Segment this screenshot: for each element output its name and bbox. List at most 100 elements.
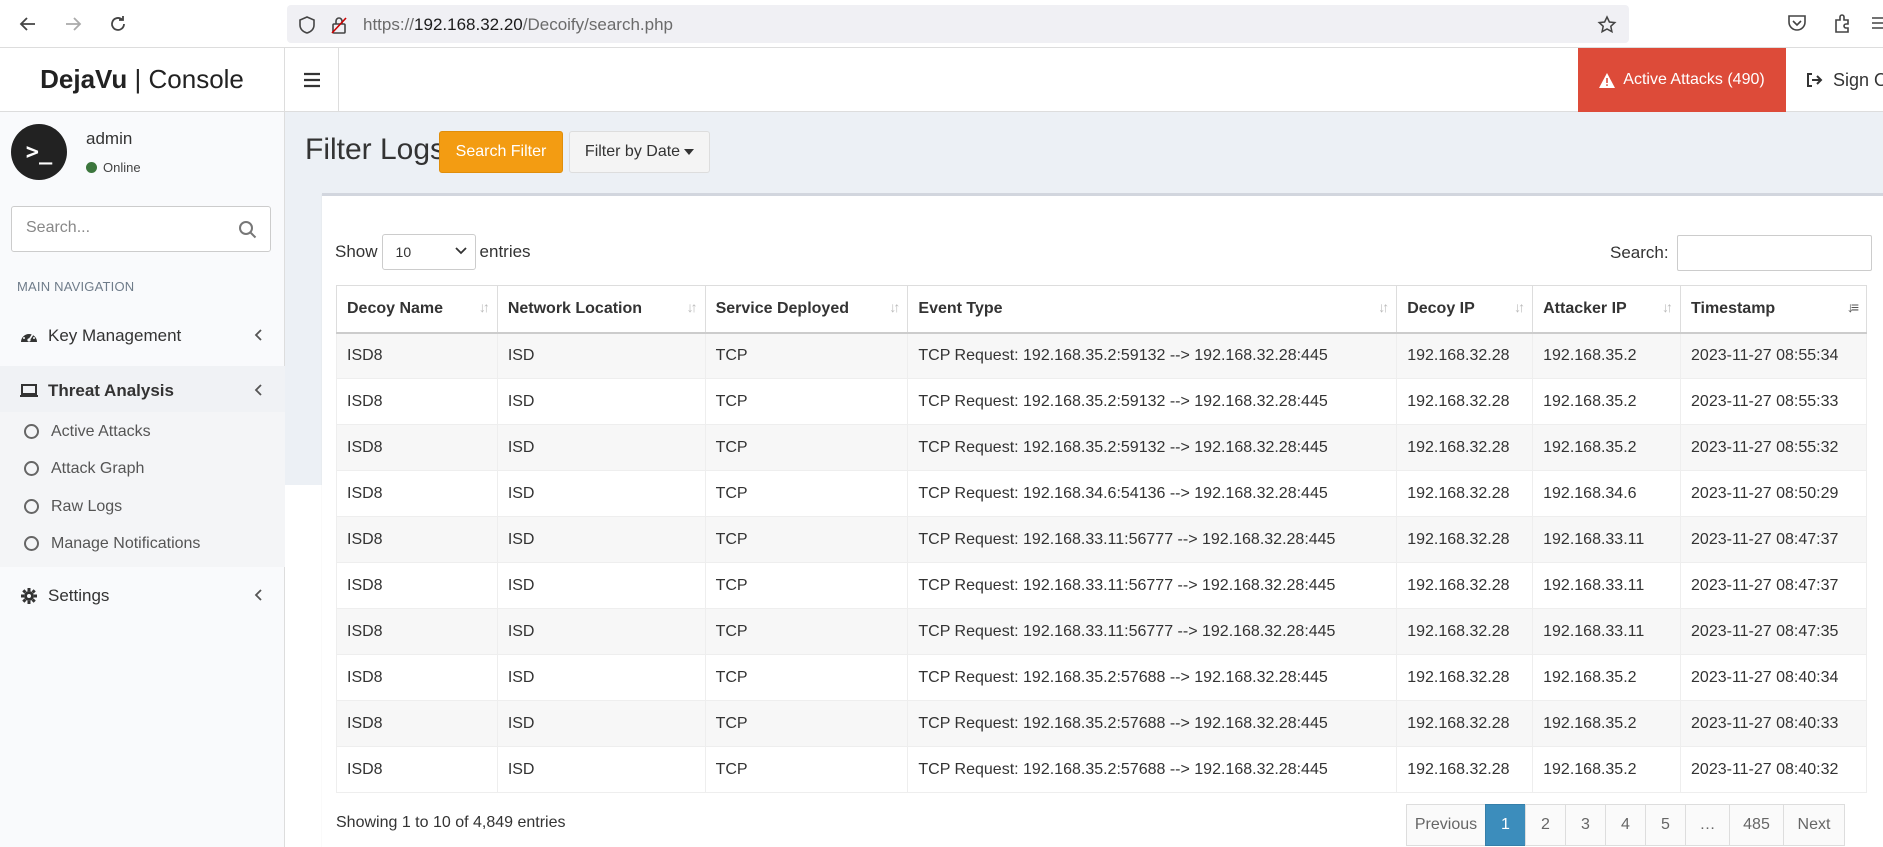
- table-cell: TCP: [704, 562, 909, 609]
- table-cell: TCP Request: 192.168.35.2:57688 --> 192.…: [907, 746, 1398, 793]
- table-cell: ISD: [496, 746, 706, 793]
- table-row: ISD8 ISD TCP TCP Request: 192.168.35.2:5768…: [336, 746, 1867, 793]
- table-info: Showing 1 to 10 of 4,849 entries: [336, 814, 566, 831]
- pagination-page-1[interactable]: 1: [1485, 804, 1526, 846]
- table-cell: TCP: [704, 700, 909, 747]
- table-cell: TCP Request: 192.168.35.2:57688 --> 192.…: [907, 654, 1398, 701]
- chevron-left-icon: [254, 328, 262, 344]
- pagination-page-2[interactable]: 2: [1525, 804, 1566, 846]
- sort-icon: ↓↑: [478, 299, 490, 315]
- table-search: Search:: [1610, 235, 1872, 271]
- insecure-lock-icon[interactable]: [329, 15, 349, 35]
- table-cell: TCP: [704, 332, 909, 379]
- url-text[interactable]: https://192.168.32.20/Decoify/search.php: [363, 15, 673, 35]
- pagination-next[interactable]: Next: [1783, 804, 1845, 846]
- table-cell: TCP Request: 192.168.35.2:59132 --> 192.…: [907, 332, 1398, 379]
- sort-icon: ↓↑: [1662, 299, 1673, 315]
- sidebar-subitem-label: Attack Graph: [51, 459, 145, 477]
- dashboard-icon: [19, 326, 39, 346]
- table-cell: 2023-11-27 08:55:33: [1680, 378, 1867, 425]
- sidebar-subitem-active-attacks[interactable]: Active Attacks: [0, 413, 285, 450]
- sign-out-icon: [1807, 73, 1823, 87]
- table-cell: 192.168.33.11: [1532, 608, 1682, 655]
- table-row: ISD8 ISD TCP TCP Request: 192.168.33.11:567…: [336, 516, 1867, 563]
- search-icon[interactable]: [238, 220, 258, 240]
- column-header-event-type[interactable]: Event Type ↓↑: [907, 285, 1398, 334]
- table-cell: TCP Request: 192.168.34.6:54136 --> 192.…: [907, 470, 1398, 517]
- entries-length-select[interactable]: 10: [381, 234, 476, 270]
- table-cell: TCP Request: 192.168.35.2:57688 --> 192.…: [907, 700, 1398, 747]
- active-attacks-button[interactable]: Active Attacks (490): [1578, 48, 1786, 112]
- extensions-icon[interactable]: [1832, 12, 1856, 36]
- table-cell: 2023-11-27 08:50:29: [1680, 470, 1867, 517]
- app-logo[interactable]: DejaVu | Console: [0, 48, 285, 112]
- sidebar-item-settings[interactable]: Settings: [0, 571, 285, 621]
- column-header-network-location[interactable]: Network Location ↓↑: [496, 285, 706, 334]
- chevron-down-icon: [454, 244, 467, 258]
- sidebar-subitem-label: Manage Notifications: [51, 534, 201, 552]
- table-cell: ISD: [496, 608, 706, 655]
- table-cell: ISD: [496, 378, 706, 425]
- menu-overflow-icon[interactable]: [1870, 12, 1883, 36]
- table-cell: ISD: [496, 562, 706, 609]
- column-header-service-deployed[interactable]: Service Deployed ↓↑: [704, 285, 909, 334]
- pagination-page-3[interactable]: 3: [1565, 804, 1606, 846]
- sidebar-toggle-button[interactable]: [285, 48, 339, 111]
- sidebar-item-key-management[interactable]: Key Management: [0, 311, 285, 361]
- sidebar-subitem-label: Raw Logs: [51, 497, 123, 515]
- pagination-page-485[interactable]: 485: [1729, 804, 1784, 846]
- search-filter-button[interactable]: Search Filter: [439, 131, 563, 173]
- caret-down-icon: [684, 149, 695, 155]
- sort-icon: ↓↑: [686, 299, 698, 315]
- pagination-previous[interactable]: Previous: [1406, 804, 1486, 846]
- address-bar[interactable]: https://192.168.32.20/Decoify/search.php: [287, 5, 1629, 43]
- sidebar-item-label: Key Management: [48, 326, 182, 345]
- filter-by-date-button[interactable]: Filter by Date: [569, 131, 710, 173]
- pocket-icon[interactable]: [1786, 12, 1810, 36]
- table-cell: 192.168.32.28: [1396, 700, 1534, 747]
- table-cell: 192.168.35.2: [1532, 378, 1682, 425]
- column-header-decoy-ip[interactable]: Decoy IP ↓↑: [1396, 285, 1534, 334]
- table-cell: TCP Request: 192.168.33.11:56777 --> 192…: [907, 562, 1398, 609]
- circle-icon: [24, 461, 39, 476]
- bookmark-star-icon[interactable]: [1597, 15, 1617, 35]
- pagination-page-4[interactable]: 4: [1605, 804, 1646, 846]
- table-cell: ISD8: [336, 700, 498, 747]
- gear-icon: [19, 586, 39, 606]
- table-cell: ISD8: [336, 746, 498, 793]
- table-cell: 2023-11-27 08:40:34: [1680, 654, 1867, 701]
- table-cell: ISD8: [336, 424, 498, 471]
- table-cell: TCP Request: 192.168.33.11:56777 --> 192…: [907, 516, 1398, 563]
- sidebar-item-threat-analysis[interactable]: Threat Analysis: [0, 366, 285, 416]
- column-header-timestamp[interactable]: Timestamp ↓≡: [1680, 285, 1867, 334]
- table-cell: 192.168.34.6: [1532, 470, 1682, 517]
- table-cell: TCP: [704, 378, 909, 425]
- forward-icon[interactable]: [57, 8, 89, 40]
- sign-out-button[interactable]: Sign O: [1805, 48, 1883, 112]
- shield-icon[interactable]: [297, 15, 317, 35]
- sidebar-subitem-manage-notifications[interactable]: Manage Notifications: [0, 525, 285, 562]
- sidebar-search-input[interactable]: [26, 219, 226, 237]
- table-cell: 192.168.32.28: [1396, 562, 1534, 609]
- active-attacks-label: Active Attacks (490): [1623, 71, 1765, 88]
- table-cell: 192.168.33.11: [1532, 516, 1682, 563]
- sidebar-subitem-raw-logs[interactable]: Raw Logs: [0, 488, 285, 525]
- sidebar-subitem-attack-graph[interactable]: Attack Graph: [0, 450, 285, 487]
- reload-icon[interactable]: [102, 8, 134, 40]
- table-cell: 192.168.32.28: [1396, 470, 1534, 517]
- table-cell: TCP: [704, 424, 909, 471]
- table-cell: 192.168.32.28: [1396, 424, 1534, 471]
- table-cell: ISD8: [336, 516, 498, 563]
- table-row: ISD8 ISD TCP TCP Request: 192.168.33.11:567…: [336, 608, 1867, 655]
- threat-analysis-submenu: Active Attacks Attack Graph Raw Logs Man…: [0, 412, 285, 567]
- sidebar-search: [11, 206, 271, 252]
- table-search-input[interactable]: [1676, 235, 1872, 271]
- column-header-attacker-ip[interactable]: Attacker IP ↓↑: [1532, 285, 1682, 334]
- entries-length-value: 10: [395, 244, 412, 260]
- column-header-decoy-name[interactable]: Decoy Name ↓↑: [336, 285, 498, 334]
- pagination-page-5[interactable]: 5: [1645, 804, 1686, 846]
- table-cell: 192.168.32.28: [1396, 654, 1534, 701]
- filter-by-date-label: Filter by Date: [584, 143, 681, 160]
- back-icon[interactable]: [12, 8, 44, 40]
- logs-table: Decoy Name ↓↑ Network Location ↓↑ Service …: [336, 285, 1867, 793]
